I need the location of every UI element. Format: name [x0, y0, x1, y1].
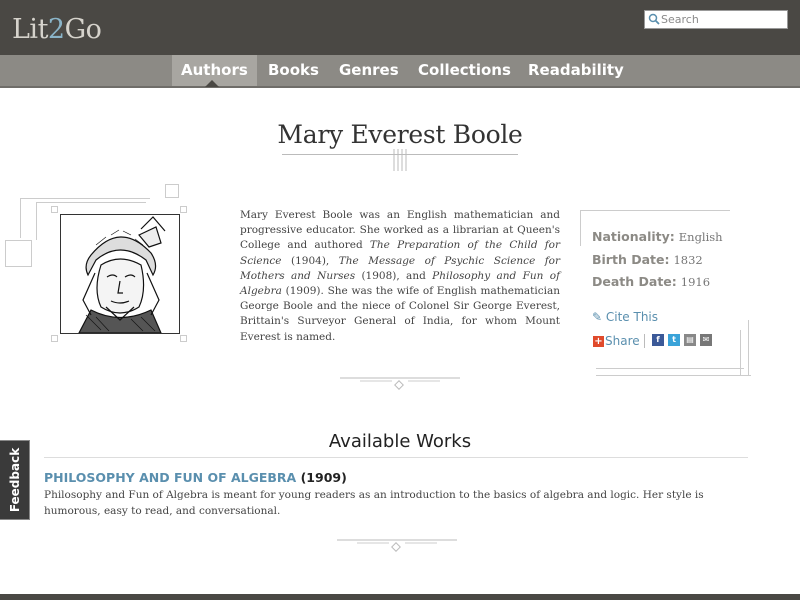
fact-value: 1832	[673, 252, 703, 267]
nav-collections[interactable]: Collections	[409, 55, 520, 86]
logo-two: 2	[47, 14, 65, 45]
nav-readability[interactable]: Readability	[519, 55, 633, 86]
deco-line	[596, 375, 751, 376]
feedback-label: Feedback	[7, 447, 22, 513]
deco-line	[580, 210, 730, 211]
deco-square	[165, 184, 179, 198]
deco-corner	[180, 335, 187, 342]
nav-genres[interactable]: Genres	[330, 55, 408, 86]
share-separator	[644, 334, 645, 348]
twitter-icon[interactable]: t	[668, 334, 680, 346]
facebook-icon[interactable]: f	[652, 334, 664, 346]
deco-line	[580, 210, 581, 246]
deco-line	[20, 198, 21, 238]
fact-value: English	[678, 230, 723, 244]
section-ornament	[337, 539, 457, 552]
cite-this-link[interactable]: ✎ Cite This	[592, 310, 658, 324]
deco-line	[20, 198, 150, 199]
page-title: Mary Everest Boole	[277, 120, 523, 149]
deco-corner	[180, 206, 187, 213]
search-input[interactable]	[661, 12, 785, 27]
share-button[interactable]: + Share	[593, 334, 640, 348]
logo-prefix: Lit	[12, 14, 48, 45]
author-portrait	[60, 214, 180, 334]
search-icon	[648, 13, 660, 25]
deco-line	[748, 320, 749, 376]
fact-death-date: Death Date: 1916	[592, 271, 723, 294]
fact-birth-date: Birth Date: 1832	[592, 249, 723, 272]
deco-line	[740, 330, 741, 376]
nav-active-caret	[205, 80, 219, 87]
fact-label: Nationality:	[592, 229, 675, 244]
deco-line	[596, 368, 744, 369]
share-plus-icon: +	[593, 336, 604, 347]
fact-label: Birth Date:	[592, 251, 670, 267]
author-bio: Mary Everest Boole was an English mathem…	[240, 208, 560, 345]
section-ornament	[340, 377, 460, 390]
available-works-heading: Available Works	[328, 431, 472, 452]
bio-text: (1904),	[281, 254, 339, 267]
print-icon[interactable]: ▤	[684, 334, 696, 346]
deco-square	[5, 240, 32, 267]
bio-text: (1908), and	[355, 269, 433, 282]
site-header: Lit2Go	[0, 0, 800, 55]
work-title-link[interactable]: PHILOSOPHY AND FUN OF ALGEBRA (1909)	[44, 470, 347, 485]
deco-line	[36, 202, 37, 240]
share-label: Share	[605, 334, 640, 348]
logo-suffix: Go	[64, 14, 102, 45]
email-icon[interactable]: ✉	[700, 334, 712, 346]
work-description: Philosophy and Fun of Algebra is meant f…	[44, 489, 704, 517]
work-title[interactable]: PHILOSOPHY AND FUN OF ALGEBRA	[44, 470, 296, 485]
bio-text: (1909). She was the wife of English math…	[240, 285, 560, 343]
portrait-illustration	[61, 215, 179, 334]
title-ornament	[393, 149, 407, 171]
deco-line	[36, 202, 146, 203]
search-box[interactable]	[644, 10, 788, 29]
footer-bar	[0, 594, 800, 600]
author-facts: Nationality: English Birth Date: 1832 De…	[592, 226, 723, 294]
feedback-tab[interactable]: Feedback	[0, 440, 30, 520]
works-divider	[44, 457, 748, 458]
work-year: (1909)	[300, 470, 347, 485]
fact-value: 1916	[680, 275, 711, 289]
site-logo[interactable]: Lit2Go	[12, 14, 102, 45]
main-nav: Authors Books Genres Collections Readabi…	[0, 55, 800, 88]
fact-label: Death Date:	[592, 274, 677, 289]
nav-books[interactable]: Books	[259, 55, 328, 86]
fact-nationality: Nationality: English	[592, 226, 723, 249]
deco-corner	[51, 206, 58, 213]
deco-corner	[51, 335, 58, 342]
